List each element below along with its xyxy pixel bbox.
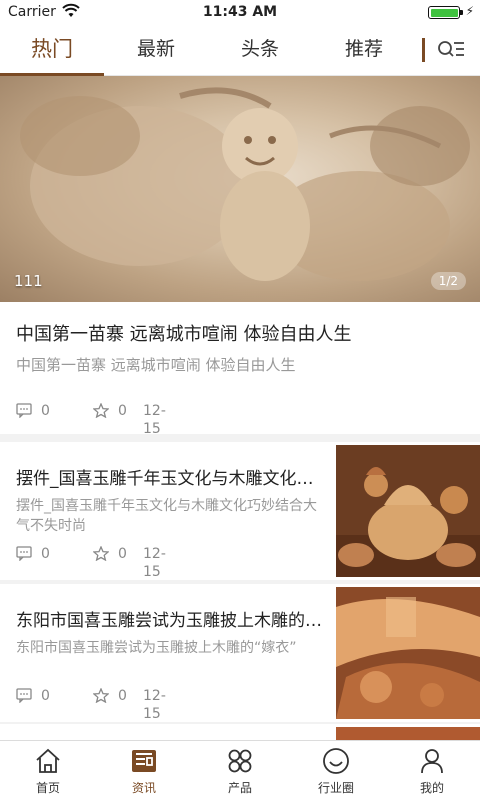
banner-caption: 111 <box>14 272 43 290</box>
favorite-count: 0 <box>118 546 127 562</box>
article-title: 东阳市国喜玉雕尝试为玉雕披上木雕的“嫁衣” <box>16 611 326 631</box>
article-date: 12-15 <box>143 403 166 437</box>
article-summary: 中国第一苗寨 远离城市喧闹 体验自由人生 <box>16 356 296 374</box>
nav-products[interactable]: 产品 <box>192 741 288 800</box>
category-menu-icon[interactable] <box>436 36 466 64</box>
comment-icon <box>16 403 32 418</box>
article-date: 12-15 <box>143 688 166 722</box>
nav-label: 行业圈 <box>317 781 354 795</box>
article-item[interactable]: 东阳市国喜玉雕尝试为玉雕披上木雕的“嫁衣” 东阳市国喜玉雕尝试为玉雕披上木雕的“… <box>0 584 480 722</box>
nav-news[interactable]: 资讯 <box>96 741 192 800</box>
favorite-count: 0 <box>118 688 127 704</box>
star-icon <box>93 403 109 418</box>
star-icon <box>93 688 109 703</box>
article-date: 12-15 <box>143 546 166 580</box>
article-title: 摆件_国喜玉雕千年玉文化与木雕文化巧妙结合大气不失时尚 <box>16 469 326 489</box>
comment-count: 0 <box>41 546 50 562</box>
banner-page-indicator: 1/2 <box>430 272 466 290</box>
article-summary: 摆件_国喜玉雕千年玉文化与木雕文化巧妙结合大气不失时尚 <box>16 498 317 534</box>
tab-recommended[interactable]: 推荐 <box>312 24 416 76</box>
nav-label: 产品 <box>227 781 252 795</box>
tab-headlines[interactable]: 头条 <box>208 24 312 76</box>
article-item[interactable]: 摆件_国喜玉雕千年玉文化与木雕文化巧妙结合大气不失时尚 摆件_国喜玉雕千年玉文化… <box>0 442 480 580</box>
category-tab-bar: 热门 最新 头条 推荐 <box>0 24 480 76</box>
comment-count: 0 <box>41 688 50 704</box>
nav-label: 首页 <box>35 781 60 795</box>
circle-icon <box>323 748 349 774</box>
article-summary: 东阳市国喜玉雕尝试为玉雕披上木雕的“嫁衣” <box>16 640 297 656</box>
comment-icon <box>16 546 32 561</box>
nav-label: 资讯 <box>131 781 156 795</box>
comment-count: 0 <box>41 403 50 419</box>
bottom-navigation: 首页 资讯 产品 行业圈 我的 <box>0 740 480 800</box>
nav-label: 我的 <box>419 781 444 795</box>
article-title: 中国第一苗寨 远离城市喧闹 体验自由人生 <box>16 324 352 345</box>
nav-profile[interactable]: 我的 <box>384 741 480 800</box>
grid-icon <box>228 749 252 773</box>
favorite-count: 0 <box>118 403 127 419</box>
nav-industry-circle[interactable]: 行业圈 <box>288 741 384 800</box>
home-icon <box>36 748 60 773</box>
charging-icon: ⚡ <box>465 4 474 18</box>
tab-divider <box>422 38 425 62</box>
tab-latest[interactable]: 最新 <box>104 24 208 76</box>
clock: 11:43 AM <box>202 4 278 20</box>
featured-article[interactable]: 中国第一苗寨 远离城市喧闹 体验自由人生 中国第一苗寨 远离城市喧闹 体验自由人… <box>0 302 480 437</box>
tab-hot[interactable]: 热门 <box>0 24 104 76</box>
user-icon <box>421 749 443 774</box>
article-thumbnail <box>336 587 480 719</box>
battery-icon <box>428 6 460 19</box>
nav-home[interactable]: 首页 <box>0 741 96 800</box>
article-thumbnail <box>336 445 480 577</box>
banner-carousel[interactable]: 111 1/2 <box>0 76 480 302</box>
comment-icon <box>16 688 32 703</box>
news-icon <box>132 750 156 772</box>
status-bar: Carrier 11:43 AM ⚡ <box>0 0 480 24</box>
star-icon <box>93 546 109 561</box>
battery-cap <box>460 10 463 15</box>
wood-carving-illustration <box>20 87 470 281</box>
